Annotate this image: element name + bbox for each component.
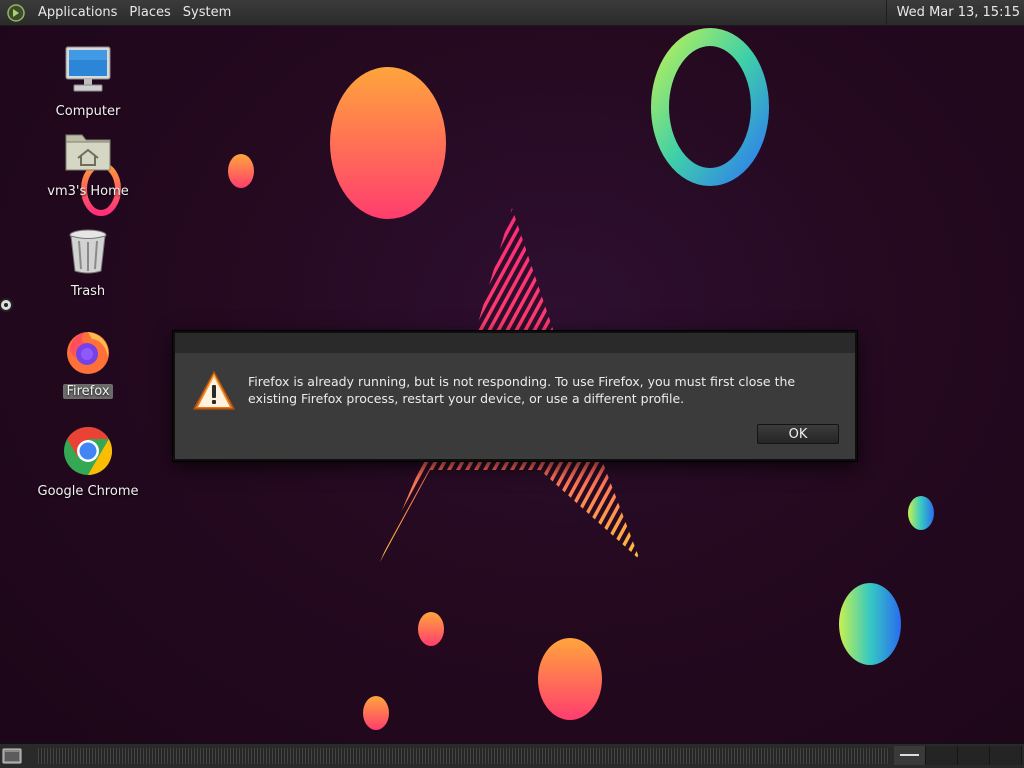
desktop-icon-label: Firefox — [63, 384, 113, 399]
system-menu[interactable]: System — [177, 0, 237, 25]
workspace-4[interactable] — [990, 746, 1022, 765]
dialog-titlebar[interactable] — [175, 333, 855, 353]
desktop-icon-chrome[interactable]: Google Chrome — [33, 425, 143, 499]
desktop-icon-firefox[interactable]: Firefox — [33, 325, 143, 399]
bottom-panel — [0, 743, 1024, 768]
desktop-icon-label: vm3's Home — [47, 184, 129, 199]
chrome-icon — [64, 427, 113, 475]
desktop-icon-computer[interactable]: Computer — [33, 45, 143, 119]
firefox-not-responding-dialog: Firefox is already running, but is not r… — [173, 331, 857, 461]
workspace-3[interactable] — [958, 746, 990, 765]
desktop-icon-label: Trash — [70, 284, 106, 299]
home-folder-icon — [65, 134, 111, 171]
desktop-icon-label: Google Chrome — [37, 484, 139, 499]
top-panel: Applications Places System Wed Mar 13, 1… — [0, 0, 1024, 26]
ok-button[interactable]: OK — [757, 424, 839, 444]
desktop-icon-label: Computer — [55, 104, 121, 119]
dialog-message: Firefox is already running, but is not r… — [248, 374, 796, 406]
clock[interactable]: Wed Mar 13, 15:15 — [885, 0, 1024, 25]
desktop-icon-trash[interactable]: Trash — [33, 225, 143, 299]
computer-icon — [65, 46, 111, 92]
applications-menu[interactable]: Applications — [32, 0, 123, 25]
workspace-1[interactable] — [894, 746, 926, 765]
desktop-icon-home[interactable]: vm3's Home — [33, 125, 143, 199]
places-menu[interactable]: Places — [123, 0, 176, 25]
window-list[interactable] — [38, 748, 890, 764]
show-desktop-icon[interactable] — [2, 747, 22, 765]
workspace-switcher[interactable] — [894, 746, 1024, 766]
firefox-icon — [67, 332, 109, 374]
trash-icon — [69, 229, 107, 274]
warning-icon — [193, 371, 235, 410]
distro-logo-icon[interactable] — [7, 3, 25, 22]
workspace-2[interactable] — [926, 746, 958, 765]
